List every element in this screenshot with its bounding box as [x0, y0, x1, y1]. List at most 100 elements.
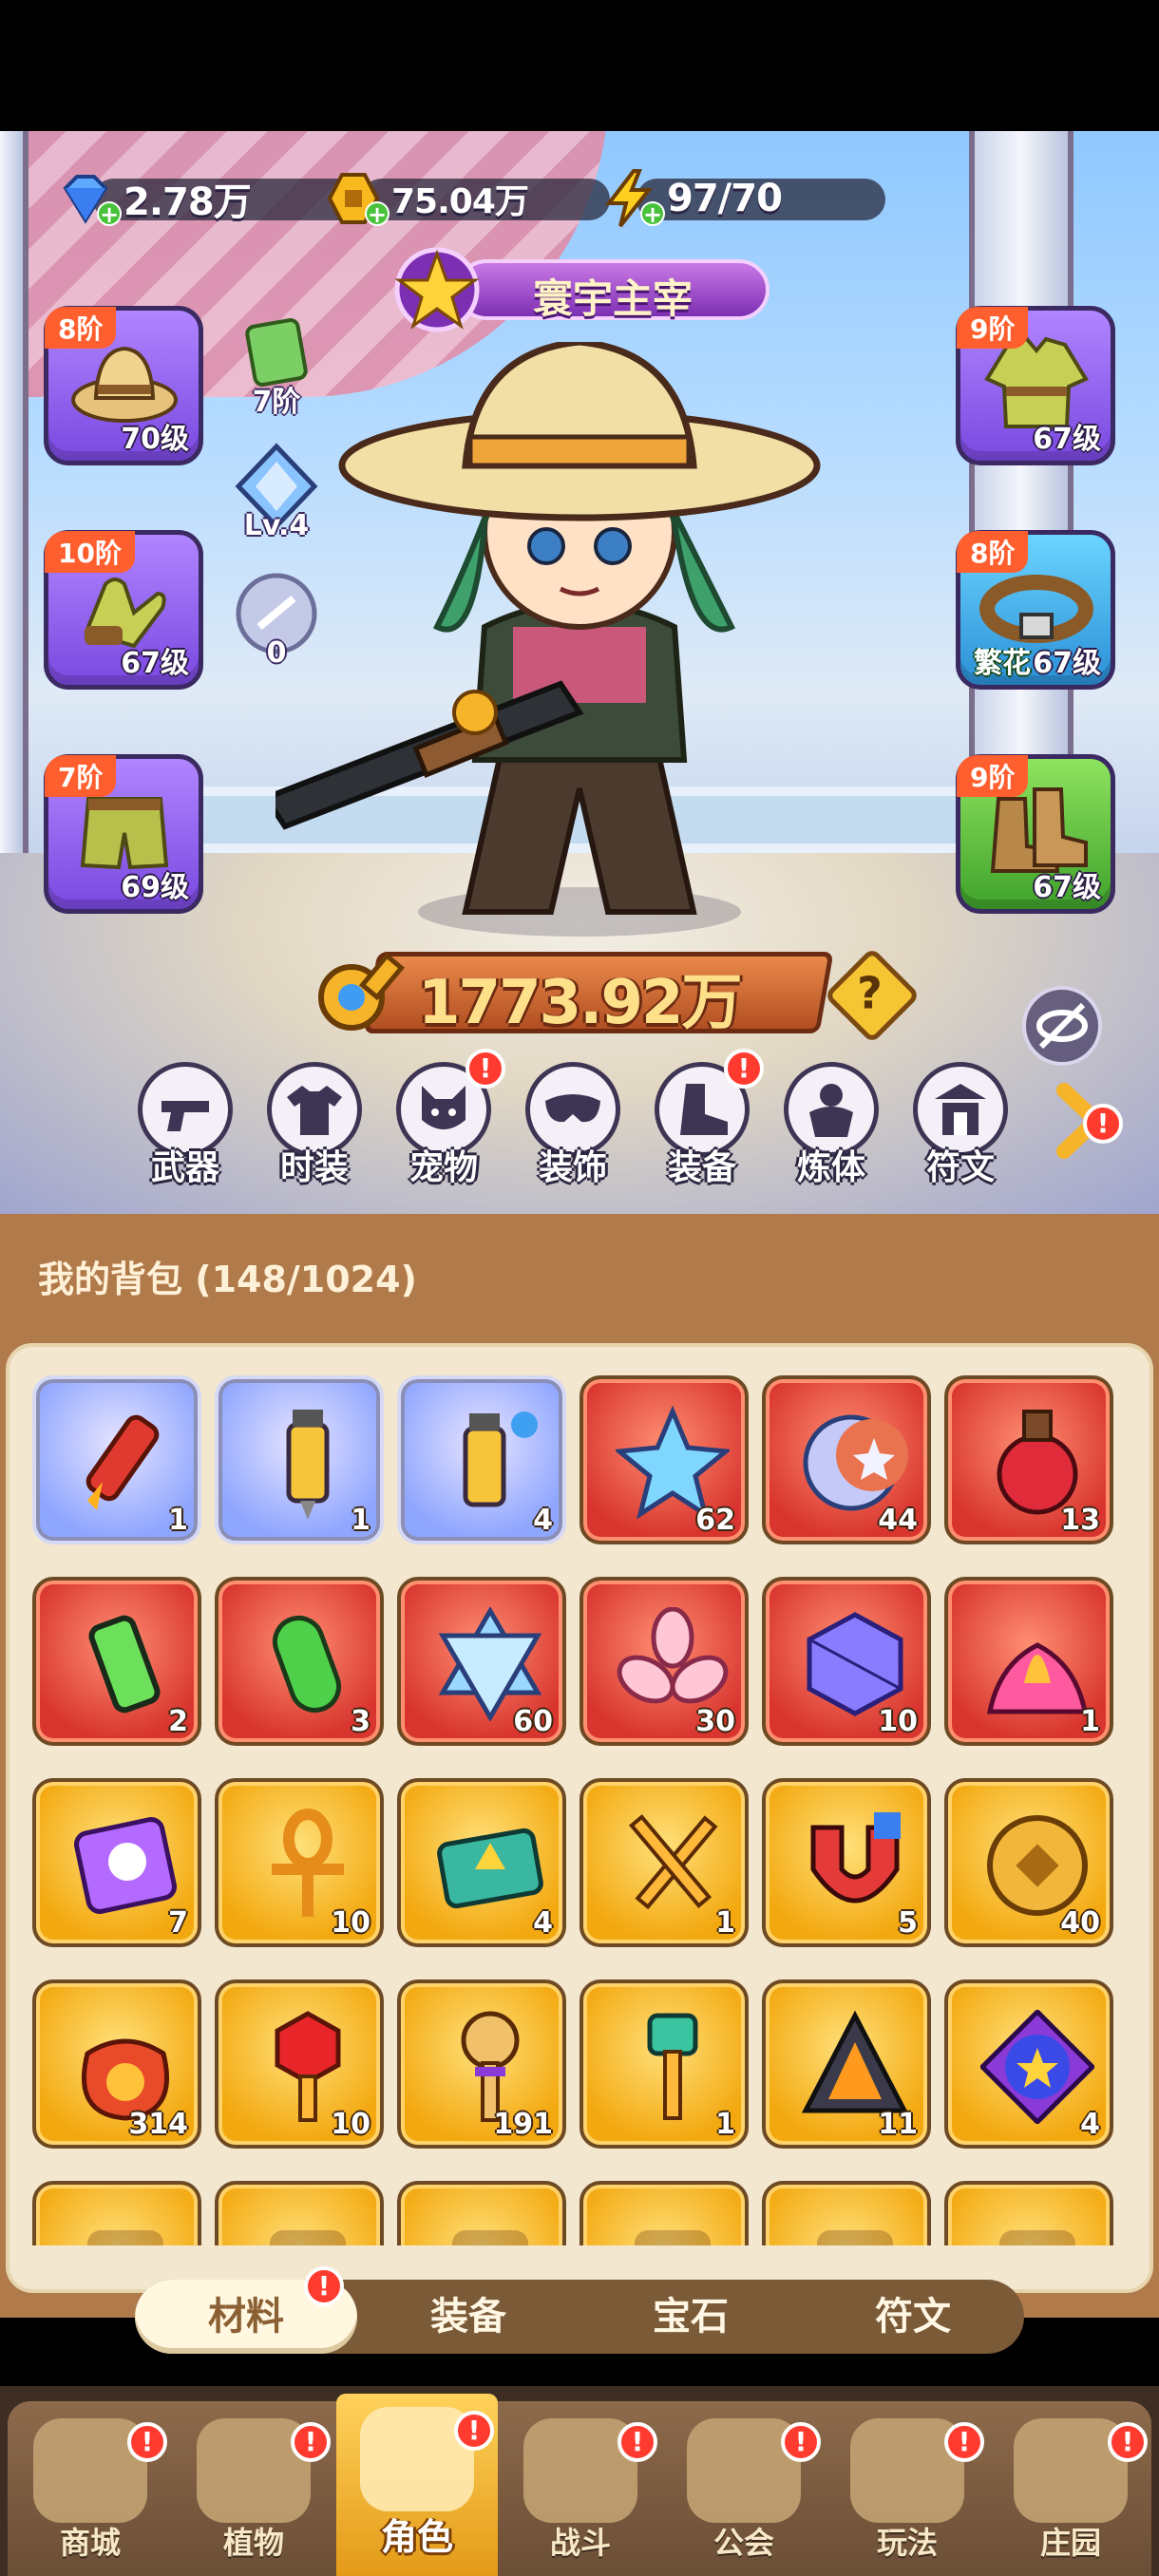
- inventory-item[interactable]: 30: [580, 1577, 749, 1746]
- inventory-item[interactable]: 191: [397, 1979, 566, 2149]
- inventory-item[interactable]: 10: [215, 1979, 384, 2149]
- inventory-item[interactable]: [397, 2181, 566, 2245]
- alert-badge: !: [944, 2422, 984, 2462]
- inventory-item[interactable]: 4: [944, 1979, 1113, 2149]
- item-count: 1: [715, 1906, 735, 1940]
- inventory-title: 我的背包 (148/1024): [38, 1259, 417, 1300]
- item-count: 11: [878, 2108, 918, 2141]
- inventory-item[interactable]: 10: [215, 1778, 384, 1947]
- inventory-item[interactable]: 5: [762, 1778, 931, 1947]
- nav-rune[interactable]: 符文: [908, 1062, 1013, 1195]
- inventory-item[interactable]: 10: [762, 1577, 931, 1746]
- bottom-nav-item[interactable]: 庄园!: [990, 2405, 1151, 2576]
- equip-slot-jacket[interactable]: 9阶 67级: [956, 306, 1115, 465]
- partial-item-icon: [999, 2230, 1075, 2245]
- add-gems-button[interactable]: +: [97, 201, 122, 226]
- coins-value: 75.04万: [391, 182, 529, 221]
- gems-counter[interactable]: + 2.78万: [55, 169, 359, 228]
- add-coins-button[interactable]: +: [365, 201, 390, 226]
- bottom-nav-label: 公会: [712, 2525, 774, 2561]
- inventory-item[interactable]: 62: [580, 1375, 749, 1544]
- inventory-item[interactable]: 1: [944, 1577, 1113, 1746]
- tab-runes[interactable]: 符文: [802, 2280, 1024, 2354]
- bottom-nav-item[interactable]: 玩法!: [826, 2405, 988, 2576]
- inventory-item[interactable]: 40: [944, 1778, 1113, 1947]
- bottom-nav-item[interactable]: 公会!: [663, 2405, 825, 2576]
- title-banner[interactable]: 寰宇主宰: [380, 242, 788, 337]
- tab-equipment[interactable]: 装备: [357, 2280, 580, 2354]
- nav-decoration[interactable]: 装饰: [521, 1062, 625, 1195]
- bottom-nav-item[interactable]: 角色!: [336, 2394, 498, 2576]
- nav-equipment[interactable]: 装备 !: [650, 1049, 764, 1195]
- muscle-figure-icon: [809, 1084, 853, 1137]
- inventory-item[interactable]: 1: [580, 1979, 749, 2149]
- inventory-item[interactable]: [32, 2181, 201, 2245]
- inventory-item[interactable]: [762, 2181, 931, 2245]
- inventory-item[interactable]: 1: [32, 1375, 201, 1544]
- equip-slot-hat[interactable]: 8阶 70级: [44, 306, 203, 465]
- tab-label: 装备: [430, 2295, 506, 2339]
- equip-slot-pants[interactable]: 7阶 69级: [44, 754, 203, 914]
- equip-slot-gloves[interactable]: 10阶 67级: [44, 530, 203, 690]
- inventory-item[interactable]: 3: [215, 1577, 384, 1746]
- item-count: 10: [331, 2108, 370, 2141]
- hero-character[interactable]: [276, 342, 884, 959]
- bottom-nav-item[interactable]: 植物!: [173, 2405, 334, 2576]
- inventory-item[interactable]: 2: [32, 1577, 201, 1746]
- magnet-icon: [810, 1812, 901, 1904]
- inventory-item[interactable]: 11: [762, 1979, 931, 2149]
- lightning-icon: +: [598, 169, 665, 228]
- shrine-icon: [935, 1084, 986, 1135]
- inventory-item[interactable]: 60: [397, 1577, 566, 1746]
- inventory-item[interactable]: 4: [397, 1375, 566, 1544]
- inventory-item[interactable]: 1: [215, 1375, 384, 1544]
- item-count: 1: [1080, 1705, 1100, 1738]
- hide-ui-button[interactable]: [1022, 986, 1102, 1066]
- purple-key-icon: [461, 2011, 520, 2122]
- cat-icon: [422, 1086, 466, 1129]
- lotus-fire-icon: [986, 1642, 1089, 1714]
- item-count: 62: [695, 1504, 735, 1537]
- equip-tier: 8阶: [957, 531, 1029, 573]
- inventory-item[interactable]: 44: [762, 1375, 931, 1544]
- equip-slot-boots[interactable]: 9阶 67级: [956, 754, 1115, 914]
- alert-badge: !: [454, 2411, 494, 2451]
- purple-cube-cluster-icon: [807, 1612, 903, 1716]
- nav-pet[interactable]: 宠物 !: [391, 1049, 505, 1195]
- tab-gems[interactable]: 宝石: [580, 2280, 802, 2354]
- energy-counter[interactable]: + 97/70: [598, 169, 885, 228]
- alert-badge: !: [781, 2422, 821, 2462]
- nav-label: 炼体: [796, 1148, 865, 1187]
- blue-star-gem-icon: [616, 1406, 730, 1520]
- inventory-item[interactable]: [580, 2181, 749, 2245]
- gold-coin-icon: +: [323, 169, 390, 228]
- bottom-nav-label: 庄园: [1039, 2525, 1101, 2561]
- inventory-item[interactable]: [215, 2181, 384, 2245]
- bottom-nav-item[interactable]: 战斗!: [500, 2405, 661, 2576]
- more-functions-button[interactable]: !: [1054, 1083, 1130, 1159]
- tab-label: 宝石: [653, 2295, 729, 2339]
- nav-costume[interactable]: 时装: [262, 1062, 367, 1195]
- inventory-item[interactable]: 314: [32, 1979, 201, 2149]
- eye-slash-icon: [1036, 1002, 1088, 1050]
- equip-slot-belt[interactable]: 8阶 繁花 67级: [956, 530, 1115, 690]
- inventory-item[interactable]: 13: [944, 1375, 1113, 1544]
- nav-body-training[interactable]: 炼体: [779, 1062, 884, 1195]
- inventory-item[interactable]: [944, 2181, 1113, 2245]
- partial-item-icon: [452, 2230, 528, 2245]
- hexagram-crystal-icon: [438, 1607, 542, 1721]
- bottom-nav-item[interactable]: 商城!: [10, 2405, 171, 2576]
- bottom-nav: 商城! 植物! 角色! 战斗! 公会! 玩法! 庄园!: [0, 2386, 1159, 2576]
- alert-badge: !: [618, 2422, 657, 2462]
- coins-counter[interactable]: + 75.04万: [323, 169, 610, 228]
- inventory-item[interactable]: 1: [580, 1778, 749, 1947]
- item-count: 4: [1080, 2108, 1100, 2141]
- green-canister-icon: [88, 1615, 161, 1714]
- alert-badge: !: [127, 2422, 167, 2462]
- inventory-item[interactable]: 7: [32, 1778, 201, 1947]
- diamond-icon: +: [55, 169, 122, 228]
- combat-power: 1773.92万: [314, 940, 846, 1045]
- add-energy-button[interactable]: +: [640, 201, 665, 226]
- inventory-item[interactable]: 4: [397, 1778, 566, 1947]
- nav-weapon[interactable]: 武器: [133, 1062, 238, 1195]
